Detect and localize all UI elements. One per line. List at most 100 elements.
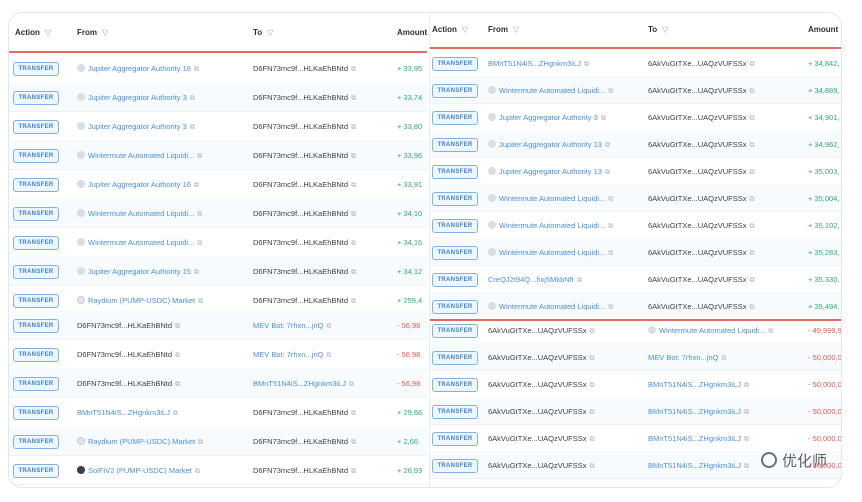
table-row[interactable]: TRANSFER Wintermute Automated Liquidi... ⧉… [430,211,841,239]
copy-icon[interactable]: ⧉ [195,468,200,476]
copy-icon[interactable]: ⧉ [768,328,773,336]
copy-icon[interactable]: ⧉ [590,355,595,363]
to-cell[interactable]: MEV Bot: 7rhxn...jnQ ⧉ [253,321,331,331]
copy-icon[interactable]: ⧉ [351,410,356,418]
copy-icon[interactable]: ⧉ [197,153,202,161]
filter-icon[interactable]: ▽ [45,28,51,37]
from-cell[interactable]: Jupiter Aggregator Authority 3 ⧉ [77,93,195,103]
table-row[interactable]: TRANSFER Wintermute Automated Liquidi... ⧉… [430,184,841,212]
copy-icon[interactable]: ⧉ [175,381,180,389]
copy-icon[interactable]: ⧉ [590,436,595,444]
copy-icon[interactable]: ⧉ [194,269,199,277]
from-cell[interactable]: BMnT51N4iS...ZHgnkm3iLJ ⧉ [77,408,178,418]
copy-icon[interactable]: ⧉ [197,211,202,219]
copy-icon[interactable]: ⧉ [351,66,356,74]
copy-icon[interactable]: ⧉ [608,304,613,312]
copy-icon[interactable]: ⧉ [175,323,180,331]
copy-icon[interactable]: ⧉ [590,463,595,471]
copy-icon[interactable]: ⧉ [326,323,331,331]
copy-icon[interactable]: ⧉ [351,439,356,447]
table-row[interactable]: TRANSFER BMnT51N4iS...ZHgnkm3iLJ ⧉ D6FN73mc… [9,397,427,427]
to-cell[interactable]: BMnT51N4iS...ZHgnkm3iLJ ⧉ [648,407,749,417]
table-row[interactable]: TRANSFER CreQJ2t94Q...hxj5MkbNft ⧉ 6AkVuGtT… [430,265,841,293]
to-cell[interactable]: BMnT51N4iS...ZHgnkm3iLJ ⧉ [253,379,354,389]
filter-icon[interactable]: ▽ [662,25,668,34]
copy-icon[interactable]: ⧉ [173,410,178,418]
copy-icon[interactable]: ⧉ [351,468,356,476]
filter-icon[interactable]: ▽ [513,25,519,34]
from-cell[interactable]: Jupiter Aggregator Authority 3 ⧉ [77,122,195,132]
copy-icon[interactable]: ⧉ [198,439,203,447]
copy-icon[interactable]: ⧉ [590,382,595,390]
copy-icon[interactable]: ⧉ [750,250,755,258]
to-cell[interactable]: BMnT51N4iS...ZHgnkm3iLJ ⧉ [648,461,749,471]
copy-icon[interactable]: ⧉ [584,61,589,69]
table-row[interactable]: TRANSFER Jupiter Aggregator Authority 15 ⧉… [9,256,427,286]
table-row[interactable]: TRANSFER Wintermute Automated Liquidi... ⧉… [9,227,427,257]
from-cell[interactable]: Wintermute Automated Liquidi... ⧉ [488,86,613,96]
header-action[interactable]: Action ▽ [15,28,51,37]
header-from[interactable]: From ▽ [77,28,108,37]
copy-icon[interactable]: ⧉ [608,250,613,258]
table-row[interactable]: TRANSFER Wintermute Automated Liquidi... ⧉… [9,140,427,170]
copy-icon[interactable]: ⧉ [198,298,203,306]
table-row[interactable]: TRANSFER Jupiter Aggregator Authority 3 ⧉ 6… [430,103,841,131]
copy-icon[interactable]: ⧉ [194,182,199,190]
from-cell[interactable]: BMnT51N4iS...ZHgnkm3iLJ ⧉ [488,59,589,69]
table-row[interactable]: TRANSFER SolFiV2 (PUMP-USDC) Market ⧉ D6FN7… [9,455,427,485]
copy-icon[interactable]: ⧉ [351,240,356,248]
copy-icon[interactable]: ⧉ [351,269,356,277]
copy-icon[interactable]: ⧉ [190,95,195,103]
table-row[interactable]: TRANSFER Jupiter Aggregator Authority 13 ⧉… [430,157,841,185]
copy-icon[interactable]: ⧉ [721,355,726,363]
table-row[interactable]: TRANSFER 6AkVuGtTXe...UAQzVUFSSx ⧉ Wintermu… [430,316,841,344]
to-cell[interactable]: BMnT51N4iS...ZHgnkm3iLJ ⧉ [648,380,749,390]
copy-icon[interactable]: ⧉ [608,196,613,204]
table-row[interactable]: TRANSFER 6AkVuGtTXe...UAQzVUFSSx ⧉ BMnT51N4… [430,397,841,425]
from-cell[interactable]: Wintermute Automated Liquidi... ⧉ [488,194,613,204]
table-row[interactable]: TRANSFER Jupiter Aggregator Authority 3 ⧉ D… [9,82,427,112]
from-cell[interactable]: Jupiter Aggregator Authority 16 ⧉ [77,64,199,74]
from-cell[interactable]: Jupiter Aggregator Authority 13 ⧉ [488,167,610,177]
header-action[interactable]: Action ▽ [432,25,468,34]
to-cell[interactable]: Wintermute Automated Liquidi... ⧉ [648,326,773,336]
from-cell[interactable]: Raydium (PUMP-USDC) Market ⧉ [77,437,203,447]
copy-icon[interactable]: ⧉ [608,223,613,231]
from-cell[interactable]: Wintermute Automated Liquidi... ⧉ [488,248,613,258]
header-to[interactable]: To ▽ [253,28,273,37]
copy-icon[interactable]: ⧉ [351,153,356,161]
copy-icon[interactable]: ⧉ [175,352,180,360]
copy-icon[interactable]: ⧉ [197,240,202,248]
copy-icon[interactable]: ⧉ [351,298,356,306]
from-cell[interactable]: Raydium (PUMP-USDC) Market ⧉ [77,296,203,306]
copy-icon[interactable]: ⧉ [601,115,606,123]
copy-icon[interactable]: ⧉ [190,124,195,132]
copy-icon[interactable]: ⧉ [605,169,610,177]
from-cell[interactable]: Wintermute Automated Liquidi... ⧉ [77,209,202,219]
from-cell[interactable]: Jupiter Aggregator Authority 13 ⧉ [488,140,610,150]
copy-icon[interactable]: ⧉ [744,382,749,390]
table-row[interactable]: TRANSFER D6FN73mc9f...HLKaEhBNtd ⧉ MEV Bot:… [9,310,427,340]
from-cell[interactable]: SolFiV2 (PUMP-USDC) Market ⧉ [77,466,200,476]
table-row[interactable]: TRANSFER D6FN73mc9f...HLKaEhBNtd ⧉ MEV Bot:… [9,339,427,369]
from-cell[interactable]: Wintermute Automated Liquidi... ⧉ [488,302,613,312]
copy-icon[interactable]: ⧉ [750,88,755,96]
copy-icon[interactable]: ⧉ [608,88,613,96]
filter-icon[interactable]: ▽ [102,28,108,37]
header-from[interactable]: From ▽ [488,25,519,34]
copy-icon[interactable]: ⧉ [744,409,749,417]
from-cell[interactable]: Jupiter Aggregator Authority 15 ⧉ [77,267,199,277]
table-row[interactable]: TRANSFER Wintermute Automated Liquidi... ⧉… [430,238,841,266]
table-row[interactable]: TRANSFER Wintermute Automated Liquidi... ⧉… [9,198,427,228]
table-row[interactable]: TRANSFER 6AkVuGtTXe...UAQzVUFSSx ⧉ BMnT51N4… [430,370,841,398]
copy-icon[interactable]: ⧉ [750,169,755,177]
from-cell[interactable]: Wintermute Automated Liquidi... ⧉ [488,221,613,231]
copy-icon[interactable]: ⧉ [349,381,354,389]
copy-icon[interactable]: ⧉ [351,124,356,132]
copy-icon[interactable]: ⧉ [750,223,755,231]
from-cell[interactable]: Jupiter Aggregator Authority 3 ⧉ [488,113,606,123]
copy-icon[interactable]: ⧉ [750,277,755,285]
table-row[interactable]: TRANSFER 6AkVuGtTXe...UAQzVUFSSx ⧉ MEV Bot:… [430,343,841,371]
from-cell[interactable]: CreQJ2t94Q...hxj5MkbNft ⧉ [488,275,582,285]
table-row[interactable]: TRANSFER Jupiter Aggregator Authority 3 ⧉ D… [9,111,427,141]
